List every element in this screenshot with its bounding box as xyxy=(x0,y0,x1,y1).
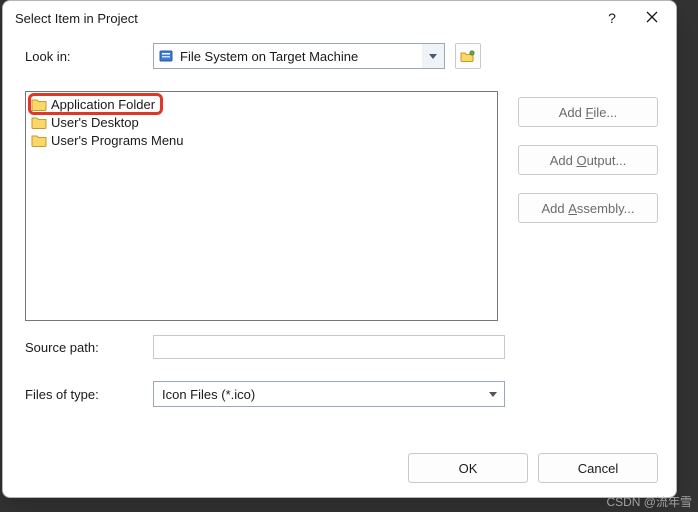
dialog-body: Look in: File System on Target Machine xyxy=(3,35,676,453)
dialog-select-item: Select Item in Project ? Look in: File S… xyxy=(2,0,677,498)
folder-open-icon xyxy=(460,49,476,63)
side-buttons: Add File... Add Output... Add Assembly..… xyxy=(518,91,658,321)
help-icon: ? xyxy=(608,10,616,26)
add-assembly-button[interactable]: Add Assembly... xyxy=(518,193,658,223)
tree-item-label: User's Programs Menu xyxy=(51,133,184,148)
source-path-input[interactable] xyxy=(153,335,505,359)
chevron-down-icon xyxy=(482,382,504,406)
source-label: Source path: xyxy=(25,340,153,355)
titlebar: Select Item in Project ? xyxy=(3,1,676,35)
filetype-label: Files of type: xyxy=(25,387,153,402)
filetype-row: Files of type: Icon Files (*.ico) xyxy=(25,381,658,407)
filesystem-icon xyxy=(158,48,174,64)
close-button[interactable] xyxy=(632,4,672,32)
dialog-footer: OK Cancel xyxy=(3,453,676,497)
folder-icon xyxy=(31,97,47,111)
filetype-dropdown[interactable]: Icon Files (*.ico) xyxy=(153,381,505,407)
tree-item-users-programs-menu[interactable]: User's Programs Menu xyxy=(30,131,493,149)
lookin-row: Look in: File System on Target Machine xyxy=(25,43,658,69)
tree-item-users-desktop[interactable]: User's Desktop xyxy=(30,113,493,131)
source-row: Source path: xyxy=(25,335,658,359)
middle-area: Application Folder User's Desktop User's… xyxy=(25,91,658,321)
ok-button[interactable]: OK xyxy=(408,453,528,483)
add-file-button[interactable]: Add File... xyxy=(518,97,658,127)
browse-folder-button[interactable] xyxy=(455,43,481,69)
help-button[interactable]: ? xyxy=(592,4,632,32)
dialog-title: Select Item in Project xyxy=(15,11,592,26)
folder-tree[interactable]: Application Folder User's Desktop User's… xyxy=(25,91,498,321)
tree-item-label: Application Folder xyxy=(51,97,155,112)
tree-item-application-folder[interactable]: Application Folder xyxy=(30,95,161,113)
tree-item-label: User's Desktop xyxy=(51,115,139,130)
close-icon xyxy=(646,10,658,26)
lookin-label: Look in: xyxy=(25,49,153,64)
chevron-down-icon xyxy=(422,44,444,68)
lookin-selected: File System on Target Machine xyxy=(178,49,422,64)
filetype-selected: Icon Files (*.ico) xyxy=(154,387,482,402)
add-output-button[interactable]: Add Output... xyxy=(518,145,658,175)
folder-icon xyxy=(31,133,47,147)
cancel-button[interactable]: Cancel xyxy=(538,453,658,483)
folder-icon xyxy=(31,115,47,129)
lookin-dropdown[interactable]: File System on Target Machine xyxy=(153,43,445,69)
